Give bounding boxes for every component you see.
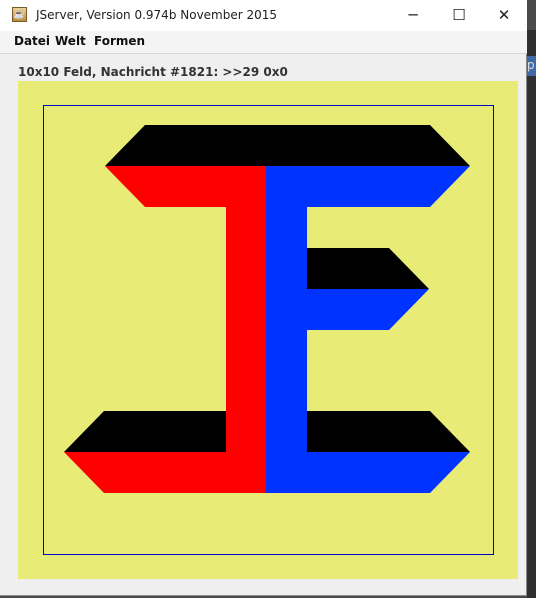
top-bar-shape <box>105 125 470 166</box>
minimize-button[interactable]: ─ <box>390 0 436 31</box>
menu-bar: Datei Welt Formen <box>0 31 527 54</box>
board-drawing <box>43 105 494 555</box>
menu-datei[interactable]: Datei <box>14 34 50 48</box>
background-window-text: p <box>527 58 535 72</box>
app-window: ☕ JServer, Version 0.974b November 2015 … <box>0 0 527 596</box>
status-message: 10x10 Feld, Nachricht #1821: >>29 0x0 <box>18 65 288 79</box>
window-title: JServer, Version 0.974b November 2015 <box>36 8 278 22</box>
lower-left-bar-shape <box>64 411 226 452</box>
java-cup-icon: ☕ <box>12 7 27 22</box>
menu-welt[interactable]: Welt <box>55 34 86 48</box>
middle-arm-shape <box>307 248 429 289</box>
menu-formen[interactable]: Formen <box>94 34 145 48</box>
lower-right-bar-shape <box>307 411 470 452</box>
title-bar[interactable]: ☕ JServer, Version 0.974b November 2015 … <box>0 0 527 31</box>
maximize-button[interactable]: ☐ <box>436 0 482 31</box>
close-button[interactable]: ✕ <box>481 0 527 31</box>
board-canvas[interactable] <box>18 81 518 579</box>
red-bottom-shape <box>64 452 266 493</box>
blue-upper-shape <box>266 166 470 452</box>
background-window-strip <box>527 30 536 598</box>
blue-bottom-shape <box>266 452 470 493</box>
